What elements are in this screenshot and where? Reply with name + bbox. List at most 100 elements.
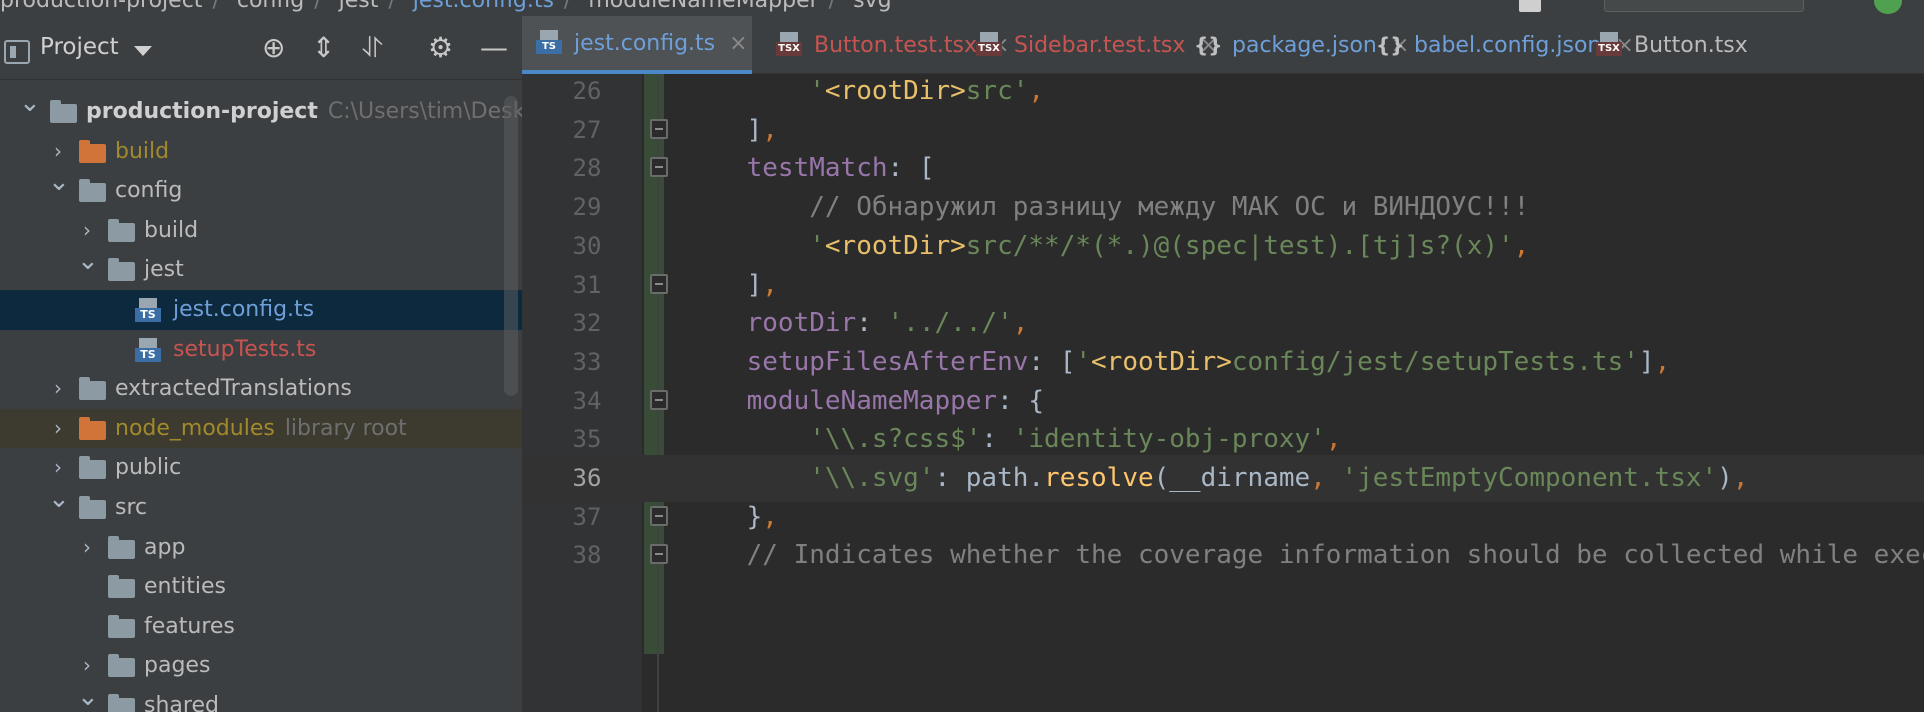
tree-item-label: src [115,494,148,520]
json-file-icon: {} [1194,33,1223,57]
fold-toggle-icon[interactable] [650,157,668,178]
run-configuration-select[interactable] [1604,0,1804,12]
tree-item-label: pages [144,653,211,679]
folder-icon [79,495,106,519]
breadcrumb-item[interactable]: jest.config.ts [413,0,554,13]
tree-item-label: extractedTranslations [115,376,352,402]
collapse-all-icon[interactable]: ⥯ [362,32,383,64]
tree-item-label: production-projectC:\Users\tim\Desktop\ [86,92,522,132]
chevron-down-icon[interactable]: ⌄ [48,163,70,203]
breadcrumb-item[interactable]: production-project [0,0,202,13]
tree-item-label: entities [144,574,226,600]
hide-panel-icon[interactable]: — [480,32,508,64]
tree-item[interactable]: entities [0,567,522,607]
project-pane-icon[interactable] [4,40,30,64]
tree-item-label: jest.config.ts [173,296,315,322]
tsx-file-icon: TSX [1596,32,1624,58]
tree-item-label: build [144,217,199,243]
tree-item[interactable]: › build [0,132,522,172]
folder-icon [79,139,106,163]
editor-tab-label: Button.test.tsx [814,32,978,58]
code-line[interactable]: 38 // Indicates whether the coverage inf… [522,532,1924,579]
chevron-right-icon[interactable]: › [77,528,97,568]
breadcrumb-separator: / [563,0,572,13]
tree-item[interactable]: › public [0,448,522,488]
tree-item-hint: library root [284,415,407,441]
editor-tab[interactable]: TSX Button.tsx [1582,16,1748,74]
editor-tab-label: jest.config.ts [574,30,716,56]
tree-item-label: app [144,534,186,560]
gear-icon[interactable]: ⚙ [428,32,453,64]
tree-item-label: jest [144,257,184,283]
tree-item[interactable]: ⌄ shared [0,682,522,712]
fold-toggle-icon[interactable] [650,389,668,410]
close-icon[interactable]: × [729,31,747,56]
expand-all-icon[interactable]: ⇕ [312,32,335,64]
folder-icon [108,218,135,242]
typescript-file-icon: TS [135,297,161,324]
breadcrumb-separator: / [828,0,837,13]
folder-icon [79,179,106,203]
tree-item[interactable]: › extractedTranslations [0,369,522,409]
tree-item-label: features [144,613,235,639]
editor-tab-label: Sidebar.test.tsx [1014,32,1186,58]
folder-icon [79,377,106,401]
tree-item-label: public [115,455,182,481]
tsx-file-icon: TSX [776,32,804,58]
tree-item-label: node_modules library root [115,415,407,441]
chevron-right-icon[interactable]: › [48,409,68,449]
json-file-icon: {} [1376,33,1405,57]
tree-item[interactable]: › node_modules library root [0,408,522,449]
editor-tab[interactable]: TS jest.config.ts × [522,16,752,74]
chevron-down-icon[interactable]: ⌄ [48,480,70,520]
project-tree: ⌄production-projectC:\Users\tim\Desktop\… [0,88,522,712]
tree-item[interactable]: features [0,607,522,647]
fold-toggle-icon[interactable] [650,544,668,565]
editor-area: TSjest.config.ts×TSXButton.test.tsx×TSXS… [522,16,1924,712]
monitor-icon[interactable] [1519,0,1541,12]
breadcrumb-item[interactable]: svg [853,0,891,13]
fold-toggle-icon[interactable] [650,505,668,526]
tree-item[interactable]: ⌄production-projectC:\Users\tim\Desktop\ [0,88,522,132]
folder-icon [108,693,135,712]
breadcrumb-separator: / [212,0,220,13]
project-panel: Project ⊕ ⇕ ⥯ ⚙ — ⌄ production-project C:\… [0,16,522,712]
locate-target-icon[interactable]: ⊕ [262,32,285,64]
tree-item-label: shared [144,692,219,712]
editor-tab-label: Button.tsx [1634,32,1748,58]
chevron-down-icon[interactable]: ⌄ [19,84,41,124]
tree-item[interactable]: ⌄ jest [0,246,522,290]
folder-icon [108,614,135,638]
tsx-file-icon: TSX [976,32,1004,58]
folder-icon [108,654,135,678]
breadcrumb-item[interactable]: config [237,0,304,13]
folder-icon [50,100,77,123]
tree-item-label: setupTests.ts [173,336,317,362]
editor-tab-label: package.json [1232,32,1377,58]
tree-item[interactable]: ⌄ src [0,484,522,528]
breadcrumb-item[interactable]: moduleNameMapper [588,0,818,13]
chevron-down-icon[interactable]: ⌄ [77,678,99,712]
project-panel-title[interactable]: Project [40,34,119,60]
tree-item[interactable]: › app [0,528,522,568]
folder-icon [108,575,135,599]
typescript-file-icon: TS [135,337,161,364]
project-panel-header: Project ⊕ ⇕ ⥯ ⚙ — [0,16,522,80]
breadcrumb: production-project / config / jest / jest.c… [0,0,902,13]
tree-item[interactable]: ⌄ config [0,167,522,211]
line-number[interactable]: 38 [522,532,652,579]
chevron-right-icon[interactable]: › [48,369,68,409]
folder-icon [79,416,106,440]
run-icon[interactable] [1874,0,1902,14]
chevron-down-icon[interactable] [134,46,152,56]
tree-item[interactable]: TS jest.config.ts [0,289,522,330]
tree-item[interactable]: TS setupTests.ts [0,330,522,370]
fold-toggle-icon[interactable] [650,273,668,294]
project-scrollbar[interactable] [504,96,518,396]
folder-icon [108,535,135,559]
code-text[interactable]: // Indicates whether the coverage inform… [684,532,1924,579]
editor-tab-label: babel.config.json [1414,32,1602,58]
fold-toggle-icon[interactable] [650,118,668,139]
chevron-down-icon[interactable]: ⌄ [77,242,99,282]
breadcrumb-item[interactable]: jest [339,0,379,13]
